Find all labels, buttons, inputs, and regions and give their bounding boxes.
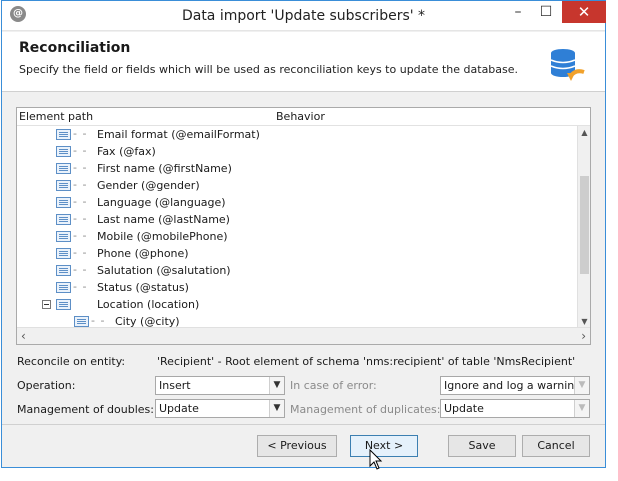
element-tree[interactable]: Element path Behavior - - Email format (…	[16, 107, 591, 345]
reconcile-label: Reconcile on entity:	[17, 355, 126, 368]
save-button[interactable]: Save	[448, 435, 516, 457]
error-label: In case of error:	[290, 379, 377, 392]
operation-label: Operation:	[17, 379, 76, 392]
field-icon	[56, 248, 71, 259]
field-icon	[56, 163, 71, 174]
horizontal-scrollbar[interactable]: ‹ ›	[17, 327, 590, 344]
vertical-scrollbar[interactable]: ▲ ▼	[577, 126, 590, 328]
scroll-right-icon[interactable]: ›	[581, 329, 586, 343]
minimize-button[interactable]: –	[504, 1, 532, 23]
title-bar: @ Data import 'Update subscribers' * – ☐…	[2, 1, 606, 31]
field-icon	[74, 316, 89, 327]
maximize-button[interactable]: ☐	[532, 1, 560, 23]
step-description: Specify the field or fields which will b…	[19, 63, 519, 76]
field-icon	[56, 180, 71, 191]
field-icon	[56, 265, 71, 276]
next-button[interactable]: Next >	[350, 435, 418, 457]
operation-select[interactable]: Insert ▼	[155, 376, 285, 395]
chevron-down-icon[interactable]: ▼	[269, 400, 284, 417]
field-icon	[56, 129, 71, 140]
chevron-down-icon[interactable]: ▼	[574, 377, 589, 394]
chevron-down-icon[interactable]: ▼	[269, 377, 284, 394]
field-icon	[56, 214, 71, 225]
reconcile-value: 'Recipient' - Root element of schema 'nm…	[157, 355, 576, 368]
footer-divider	[2, 424, 605, 425]
cancel-button[interactable]: Cancel	[522, 435, 590, 457]
tree-body: - - Email format (@emailFormat) - - Fax …	[17, 126, 577, 328]
field-icon	[56, 231, 71, 242]
scroll-thumb[interactable]	[580, 176, 589, 274]
dialog-window: @ Data import 'Update subscribers' * – ☐…	[1, 0, 606, 468]
chevron-down-icon[interactable]: ▼	[574, 400, 589, 417]
error-select[interactable]: Ignore and log a warning ▼	[440, 376, 590, 395]
doubles-select[interactable]: Update ▼	[155, 399, 285, 418]
column-behavior[interactable]: Behavior	[276, 110, 325, 123]
field-icon	[56, 282, 71, 293]
mouse-cursor-icon	[369, 449, 383, 470]
scroll-down-icon[interactable]: ▼	[578, 317, 590, 326]
field-icon	[56, 146, 71, 157]
database-refresh-icon	[550, 49, 585, 81]
doubles-label: Management of doubles:	[17, 403, 154, 416]
scroll-up-icon[interactable]: ▲	[578, 128, 590, 137]
duplicates-select[interactable]: Update ▼	[440, 399, 590, 418]
folder-icon	[56, 299, 71, 310]
step-header: Reconciliation Specify the field or fiel…	[2, 32, 605, 92]
collapse-toggle[interactable]	[42, 300, 51, 309]
tree-header: Element path Behavior	[17, 108, 590, 126]
field-icon	[56, 197, 71, 208]
scroll-left-icon[interactable]: ‹	[21, 329, 26, 343]
previous-button[interactable]: < Previous	[257, 435, 337, 457]
step-title: Reconciliation	[19, 40, 131, 56]
duplicates-label: Management of duplicates:	[290, 403, 441, 416]
close-button[interactable]: ✕	[562, 1, 606, 23]
column-element-path[interactable]: Element path	[19, 110, 93, 123]
